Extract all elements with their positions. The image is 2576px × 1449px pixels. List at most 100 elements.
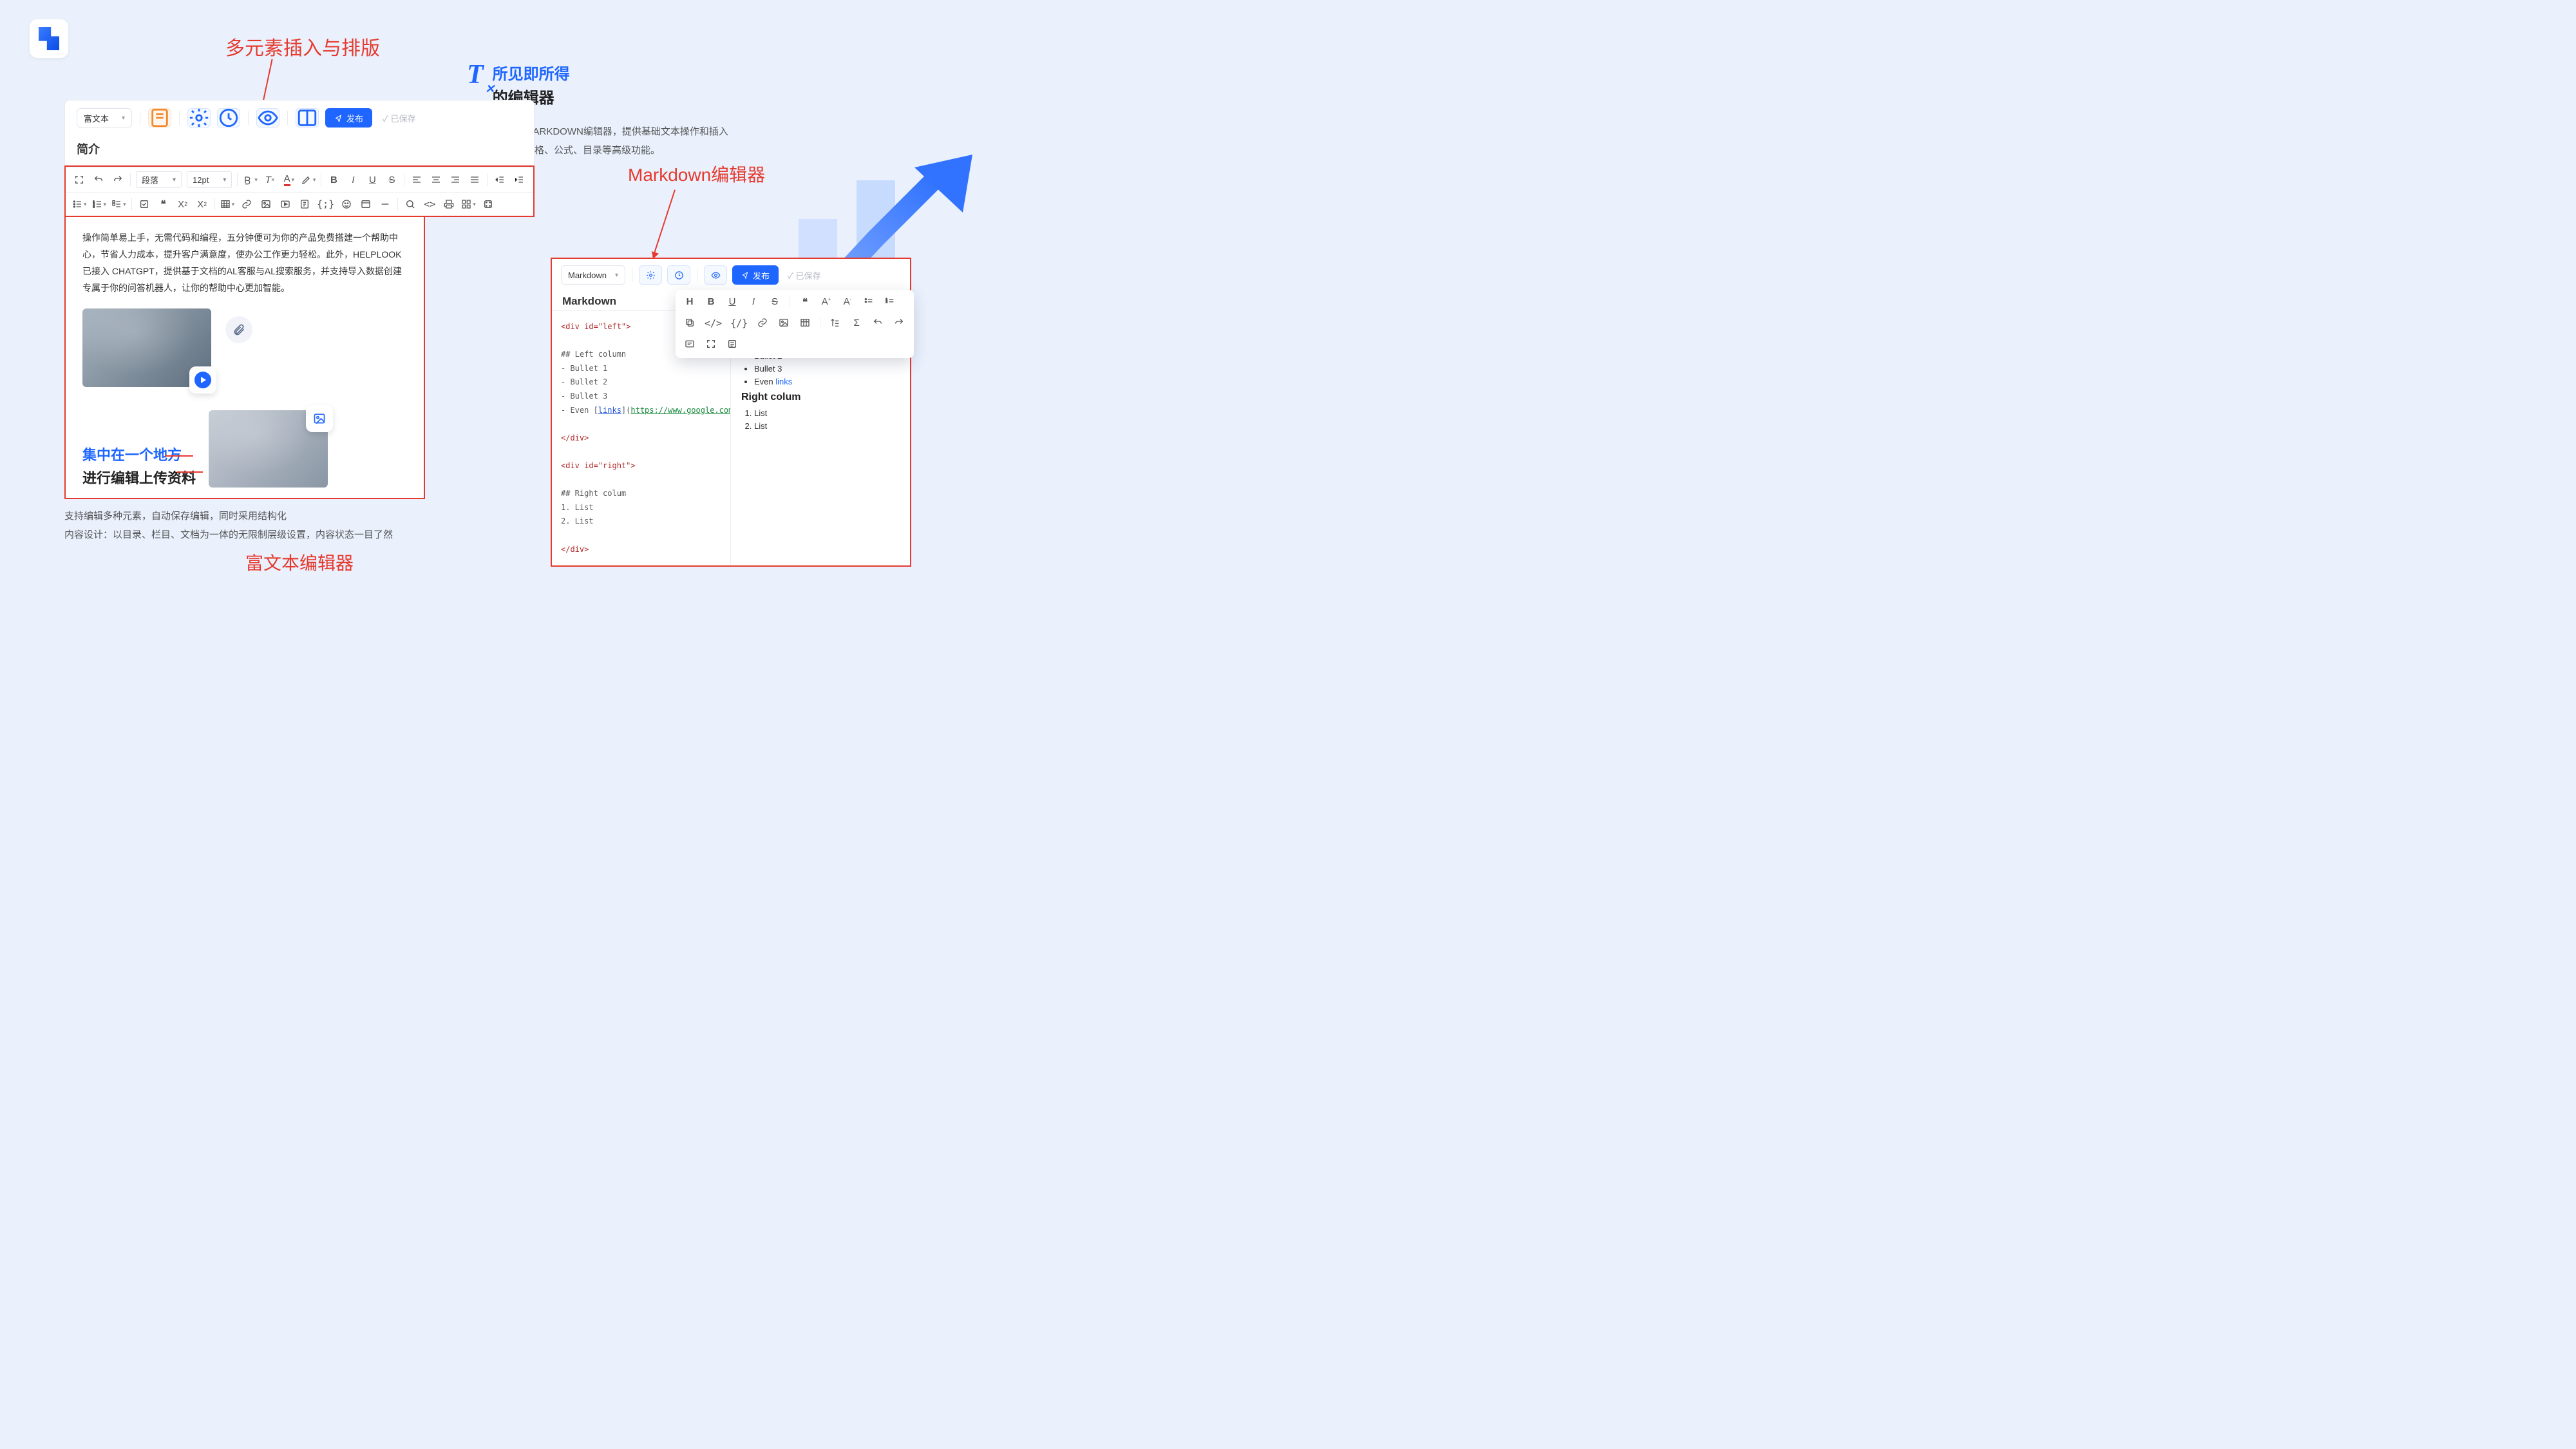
- preview-ol-item: List: [754, 408, 900, 418]
- font-size-select[interactable]: 12pt▾: [187, 171, 232, 188]
- md-outline-button[interactable]: [726, 339, 739, 352]
- md-saved-status: ✓ 已保存: [788, 269, 821, 281]
- align-left-button[interactable]: [410, 172, 424, 187]
- underline-button[interactable]: U: [365, 172, 379, 187]
- arrow-to-markdown: [652, 189, 676, 257]
- highlight-button[interactable]: [301, 172, 316, 187]
- md-card-button[interactable]: [683, 339, 696, 352]
- table-button[interactable]: [220, 196, 235, 212]
- link-button[interactable]: [240, 196, 254, 212]
- md-italic-button[interactable]: I: [747, 296, 760, 309]
- md-redo-button[interactable]: [893, 317, 905, 330]
- strike-button[interactable]: S: [384, 172, 399, 187]
- md-table-button[interactable]: [799, 317, 811, 330]
- md-toc-button[interactable]: [829, 317, 842, 330]
- italic-button[interactable]: I: [346, 172, 360, 187]
- outdent-button[interactable]: [493, 172, 507, 187]
- content-heading-blue[interactable]: 集中在一个地方: [82, 444, 196, 464]
- bold-button[interactable]: B: [327, 172, 341, 187]
- md-ol-button[interactable]: 12: [884, 296, 896, 309]
- strike-mark: [165, 455, 193, 457]
- redo-button[interactable]: [111, 172, 125, 187]
- task-list-button[interactable]: [111, 196, 126, 212]
- publish-label: 发布: [346, 112, 363, 124]
- toolbar-highlight-box: 段落▾ 12pt▾ T× A B I U S 123: [64, 166, 535, 217]
- help-button[interactable]: [481, 196, 495, 212]
- md-fullscreen-button[interactable]: [705, 339, 717, 352]
- video-button[interactable]: [278, 196, 292, 212]
- preview-link[interactable]: links: [775, 377, 792, 386]
- md-strike-button[interactable]: S: [768, 296, 781, 309]
- md-code-block-button[interactable]: {/}: [730, 317, 748, 330]
- svg-text:3: 3: [93, 205, 95, 208]
- md-ul-button[interactable]: [862, 296, 875, 309]
- search-button[interactable]: [403, 196, 417, 212]
- image-icon[interactable]: [306, 405, 333, 432]
- md-history-button[interactable]: [667, 265, 690, 285]
- block-type-select[interactable]: 段落▾: [136, 171, 182, 188]
- saved-status: ✓ 已保存: [383, 112, 416, 124]
- indent-button[interactable]: [512, 172, 526, 187]
- clear-format-button[interactable]: T×: [263, 172, 277, 187]
- more-tools-button[interactable]: [461, 196, 476, 212]
- editor-mode-select[interactable]: 富文本 ▾: [77, 108, 132, 128]
- template-button[interactable]: [148, 108, 171, 128]
- md-quote-button[interactable]: ❝: [799, 296, 811, 309]
- logo-icon: [39, 27, 59, 50]
- markdown-editor-panel: Markdown▾ 发布 ✓ 已保存 Markdown H B U I: [551, 258, 911, 567]
- divider-button[interactable]: [378, 196, 392, 212]
- print-button[interactable]: [442, 196, 456, 212]
- md-image-button[interactable]: [777, 317, 790, 330]
- font-color-button[interactable]: A: [282, 172, 296, 187]
- promo-title-blue: 所见即所得: [493, 61, 570, 84]
- align-right-button[interactable]: [448, 172, 462, 187]
- md-mode-select[interactable]: Markdown▾: [561, 265, 625, 285]
- callout-markdown: Markdown编辑器: [628, 161, 765, 187]
- font-family-button[interactable]: [243, 172, 258, 187]
- history-button[interactable]: [217, 108, 240, 128]
- md-inline-code-button[interactable]: </>: [705, 317, 722, 330]
- md-copy-button[interactable]: [683, 317, 696, 330]
- md-undo-button[interactable]: [871, 317, 884, 330]
- attachment-button[interactable]: [298, 196, 312, 212]
- body-paragraph[interactable]: 操作简单易上手，无需代码和编程，五分钟便可为你的产品免费搭建一个帮助中心，节省人…: [82, 230, 407, 297]
- md-font-down-button[interactable]: A-: [841, 296, 854, 309]
- align-center-button[interactable]: [429, 172, 443, 187]
- undo-button[interactable]: [91, 172, 106, 187]
- quote-button[interactable]: ❝: [156, 196, 171, 212]
- iframe-button[interactable]: [359, 196, 373, 212]
- document-title[interactable]: 简介: [77, 140, 522, 165]
- text-clear-icon: T✕: [467, 61, 484, 88]
- subscript-button[interactable]: X2: [176, 196, 190, 212]
- align-justify-button[interactable]: [468, 172, 482, 187]
- settings-button[interactable]: [187, 108, 211, 128]
- video-play-badge[interactable]: [189, 366, 216, 393]
- md-settings-button[interactable]: [639, 265, 662, 285]
- fullscreen-button[interactable]: [72, 172, 86, 187]
- split-view-button[interactable]: [296, 108, 319, 128]
- md-publish-button[interactable]: 发布: [732, 265, 779, 285]
- md-font-up-button[interactable]: A+: [820, 296, 833, 309]
- checkbox-button[interactable]: [137, 196, 151, 212]
- md-heading-button[interactable]: H: [683, 296, 696, 309]
- source-code-button[interactable]: <>: [422, 196, 437, 212]
- preview-button[interactable]: [256, 108, 279, 128]
- emoji-button[interactable]: [339, 196, 354, 212]
- image-button[interactable]: [259, 196, 273, 212]
- ordered-list-button[interactable]: 123: [92, 196, 107, 212]
- separator: [179, 111, 180, 125]
- preview-bullet: Bullet 3: [754, 364, 900, 374]
- md-preview-button[interactable]: [704, 265, 727, 285]
- md-formula-button[interactable]: Σ: [850, 317, 863, 330]
- md-link-button[interactable]: [756, 317, 769, 330]
- preview-ol-item: List: [754, 421, 900, 431]
- md-underline-button[interactable]: U: [726, 296, 739, 309]
- md-bold-button[interactable]: B: [705, 296, 717, 309]
- publish-button[interactable]: 发布: [325, 108, 372, 128]
- content-heading-black[interactable]: 进行编辑上传资料: [82, 467, 196, 488]
- superscript-button[interactable]: X2: [195, 196, 209, 212]
- attachment-icon[interactable]: [225, 316, 252, 343]
- code-block-button[interactable]: {;}: [317, 196, 334, 212]
- separator: [248, 111, 249, 125]
- bullet-list-button[interactable]: [72, 196, 87, 212]
